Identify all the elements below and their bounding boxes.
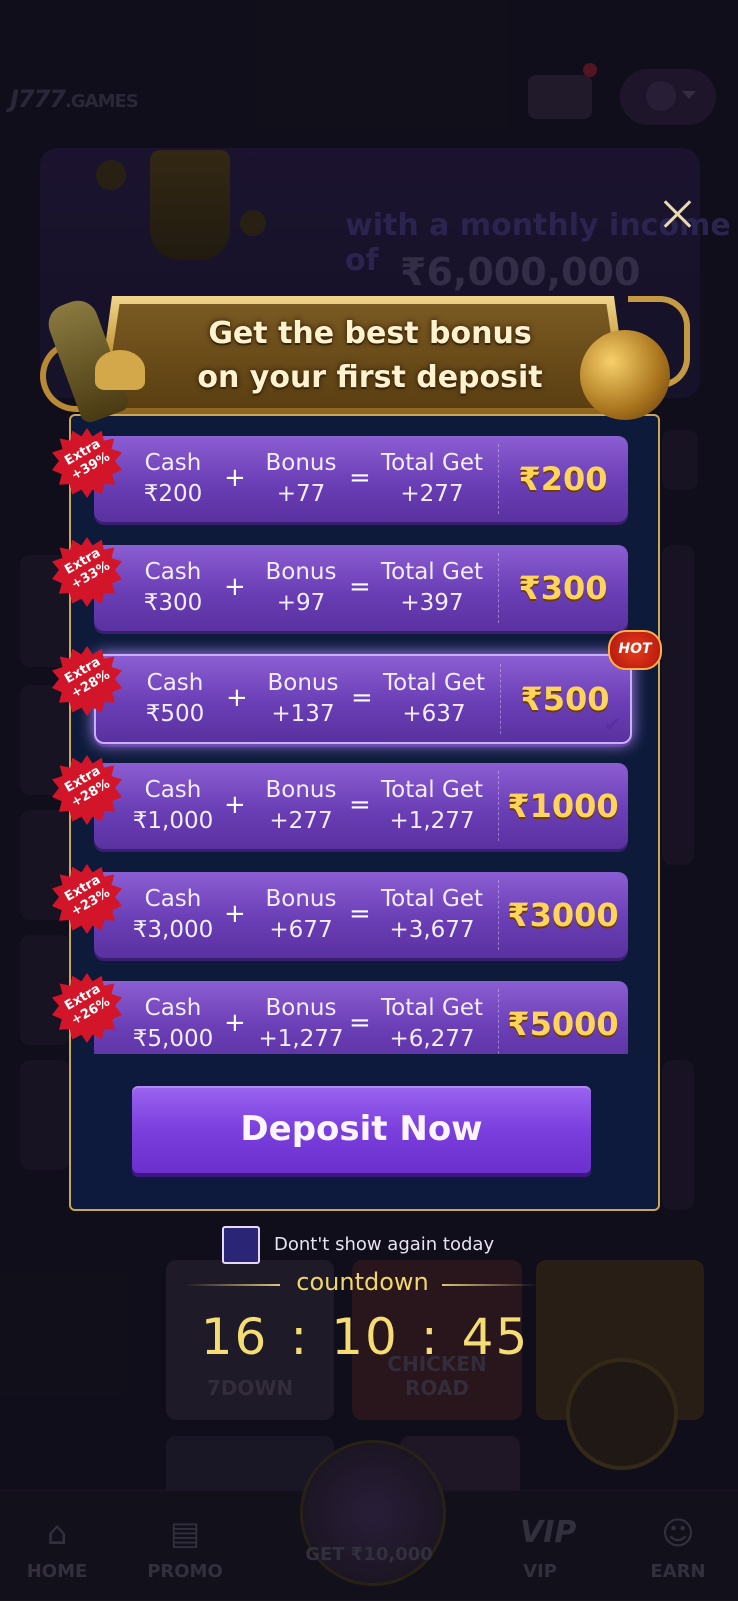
checkmark-icon: ✔ (603, 713, 622, 738)
bonus-rows-scroll[interactable]: Cash ₹200 + Bonus +77 = Total Get +277 ₹200 Extra… (0, 0, 738, 1054)
equals-sign: = (349, 572, 371, 602)
total-column: Total Get +1,277 (380, 777, 484, 834)
equals-sign: = (349, 790, 371, 820)
plus-sign: + (224, 899, 246, 929)
cash-column: Cash ₹500 (145, 670, 205, 727)
equals-sign: = (349, 1008, 371, 1038)
deposit-amount: ₹5000 (507, 1005, 619, 1043)
bonus-column: Bonus +277 (265, 777, 337, 834)
timer-hours: 16 (200, 1308, 269, 1366)
bonus-option-row[interactable]: Cash ₹300 + Bonus +97 = Total Get +397 ₹300 (94, 545, 628, 631)
countdown-divider (442, 1284, 537, 1286)
cash-column: Cash ₹5,000 (132, 995, 214, 1052)
bonus-option-row[interactable]: Cash ₹3,000 + Bonus +677 = Total Get +3,677 ₹300… (94, 872, 628, 958)
bonus-option-row[interactable]: Cash ₹500 + Bonus +137 = Total Get +637 ₹500 ✔ (94, 654, 632, 744)
plus-sign: + (224, 572, 246, 602)
plus-sign: + (226, 683, 248, 713)
bonus-column: Bonus +137 (267, 670, 339, 727)
total-column: Total Get +397 (380, 559, 484, 616)
timer-minutes: 10 (331, 1308, 399, 1366)
hot-badge: HOT (608, 630, 662, 670)
total-column: Total Get +637 (382, 670, 486, 727)
countdown-divider (185, 1284, 280, 1286)
modal-title: Get the best bonus on your first deposit (197, 316, 543, 395)
cash-column: Cash ₹200 (143, 450, 203, 507)
plus-sign: + (224, 790, 246, 820)
cash-column: Cash ₹3,000 (132, 886, 214, 943)
deposit-amount: ₹200 (518, 460, 608, 498)
dont-show-label: Dont't show again today (274, 1234, 495, 1255)
bonus-column: Bonus +97 (265, 559, 337, 616)
extra-percent-badge: Extra +26% (52, 973, 122, 1043)
extra-percent-badge: Extra +28% (52, 646, 122, 716)
equals-sign: = (349, 463, 371, 493)
extra-percent-badge: Extra +23% (52, 864, 122, 934)
bonus-column: Bonus +77 (265, 450, 337, 507)
total-column: Total Get +6,277 (380, 995, 484, 1052)
bonus-option-row[interactable]: Cash ₹5,000 + Bonus +1,277 = Total Get +6,277 ₹5… (94, 981, 628, 1054)
bonus-column: Bonus +1,277 (258, 995, 344, 1052)
countdown-timer: 16:10:45 (200, 1308, 530, 1366)
cash-column: Cash ₹300 (143, 559, 203, 616)
extra-percent-badge: Extra +28% (52, 755, 122, 825)
plus-sign: + (224, 1008, 246, 1038)
deposit-amount: ₹3000 (507, 896, 619, 934)
countdown-label: countdown (296, 1268, 429, 1296)
total-column: Total Get +3,677 (380, 886, 484, 943)
total-column: Total Get +277 (380, 450, 484, 507)
timer-seconds: 45 (461, 1308, 530, 1366)
equals-sign: = (349, 899, 371, 929)
bonus-option-row[interactable]: Cash ₹1,000 + Bonus +277 = Total Get +1,277 ₹100… (94, 763, 628, 849)
bonus-option-row[interactable]: Cash ₹200 + Bonus +77 = Total Get +277 ₹200 (94, 436, 628, 522)
cash-column: Cash ₹1,000 (132, 777, 214, 834)
bonus-column: Bonus +677 (265, 886, 337, 943)
deposit-amount: ₹1000 (507, 787, 619, 825)
plus-sign: + (224, 463, 246, 493)
dont-show-checkbox[interactable] (222, 1226, 260, 1264)
extra-percent-badge: Extra +39% (52, 428, 122, 498)
deposit-amount: ₹300 (518, 569, 608, 607)
equals-sign: = (351, 683, 373, 713)
extra-percent-badge: Extra +33% (52, 537, 122, 607)
deposit-now-button[interactable]: Deposit Now (132, 1086, 591, 1173)
